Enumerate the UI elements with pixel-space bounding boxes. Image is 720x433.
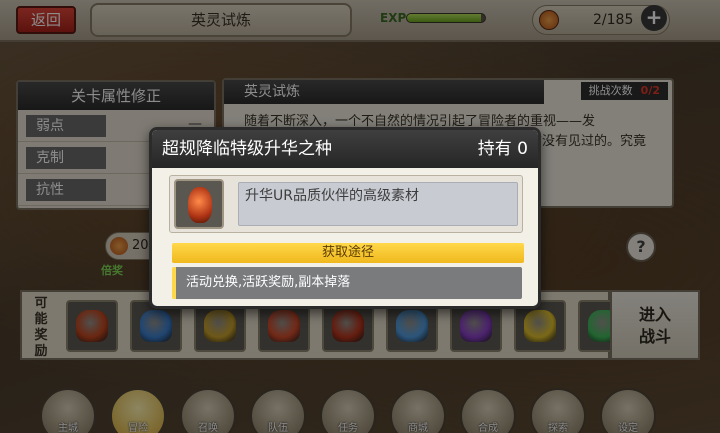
owned-count: 持有 0 (478, 130, 528, 168)
popup-header: 超规降临特级升华之种 持有 0 (152, 130, 538, 168)
owned-value: 0 (517, 139, 528, 159)
item-info-popup: 超规降临特级升华之种 持有 0 升华UR品质伙伴的高级素材 获取途径 活动兑换,… (149, 127, 541, 309)
source-list[interactable]: 活动兑换,活跃奖励,副本掉落 (172, 267, 522, 299)
item-description: 升华UR品质伙伴的高级素材 (238, 182, 518, 226)
owned-label: 持有 (477, 139, 512, 159)
source-title: 获取途径 (172, 243, 524, 263)
item-name: 超规降临特级升华之种 (162, 139, 332, 159)
ascension-seed-icon (174, 179, 224, 229)
item-detail: 升华UR品质伙伴的高级素材 (169, 175, 523, 233)
